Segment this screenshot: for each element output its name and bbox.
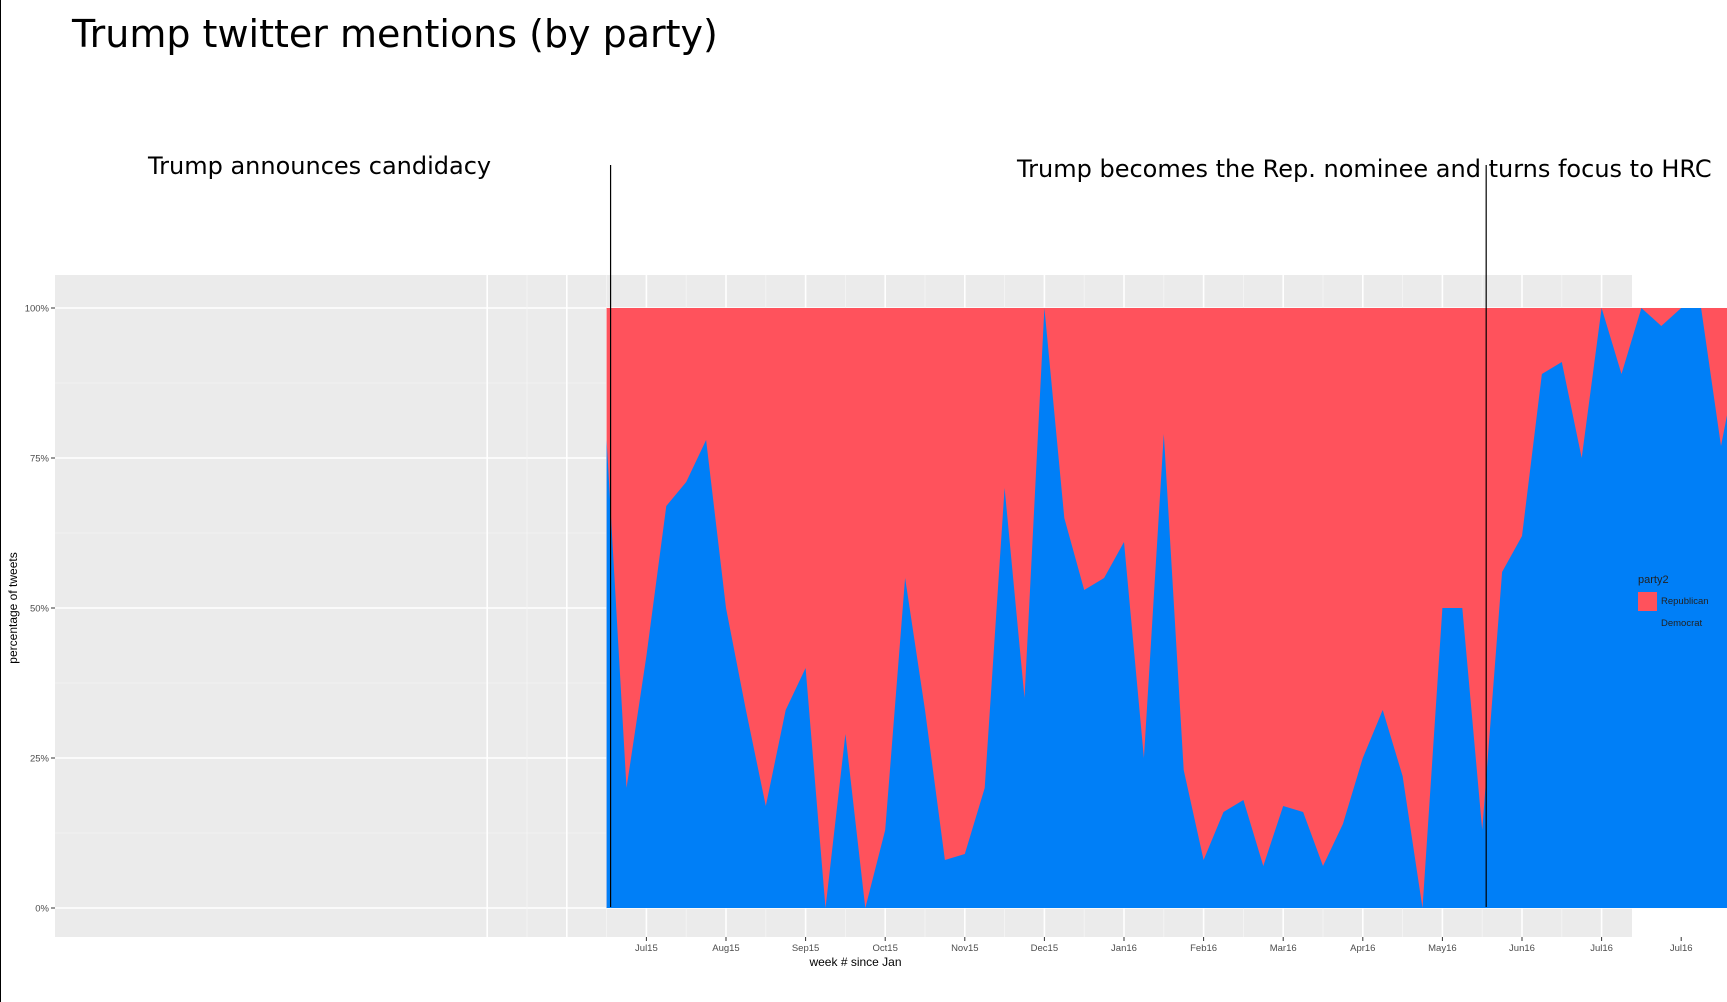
x-axis-title: week # since Jan bbox=[808, 955, 901, 969]
legend-label-democrat: Democrat bbox=[1661, 617, 1703, 629]
x-tick-label: Nov15 bbox=[951, 943, 978, 954]
legend-swatch-republican bbox=[1638, 591, 1657, 611]
x-tick-label: Jun16 bbox=[1509, 943, 1535, 954]
legend-title: party2 bbox=[1638, 574, 1669, 586]
x-tick-label: Jul16 bbox=[1670, 943, 1693, 954]
y-tick-label: 100% bbox=[25, 304, 50, 315]
x-tick-label: Sep15 bbox=[792, 943, 819, 954]
x-tick-label: Jul15 bbox=[635, 943, 658, 954]
chart-canvas: 0% 25% 50% 75% 100% Jul15 Aug15 Sep15 Oct15 Nov15… bbox=[6, 165, 1727, 969]
x-tick-label: May16 bbox=[1428, 943, 1457, 954]
legend-label-republican: Republican bbox=[1661, 595, 1709, 607]
y-axis-title: percentage of tweets bbox=[6, 552, 20, 663]
legend-item-republican: Republican bbox=[1638, 590, 1709, 612]
y-tick-label: 25% bbox=[30, 754, 50, 765]
x-tick-label: Oct15 bbox=[873, 943, 898, 954]
y-tick-label: 0% bbox=[35, 904, 49, 915]
x-tick-label: Dec15 bbox=[1031, 943, 1058, 954]
legend-item-democrat: Democrat bbox=[1638, 612, 1709, 634]
x-tick-label: Feb16 bbox=[1190, 943, 1217, 954]
x-tick-label: Mar16 bbox=[1270, 943, 1297, 954]
y-tick-label: 75% bbox=[30, 454, 50, 465]
x-tick-label: Jan16 bbox=[1111, 943, 1137, 954]
legend-swatch-democrat bbox=[1638, 613, 1657, 633]
legend: party2 Republican Democrat bbox=[1638, 574, 1709, 634]
x-tick-label: Apr16 bbox=[1350, 943, 1375, 954]
x-tick-label: Aug15 bbox=[712, 943, 739, 954]
y-tick-label: 50% bbox=[30, 604, 50, 615]
x-tick-label: Jul16 bbox=[1590, 943, 1613, 954]
